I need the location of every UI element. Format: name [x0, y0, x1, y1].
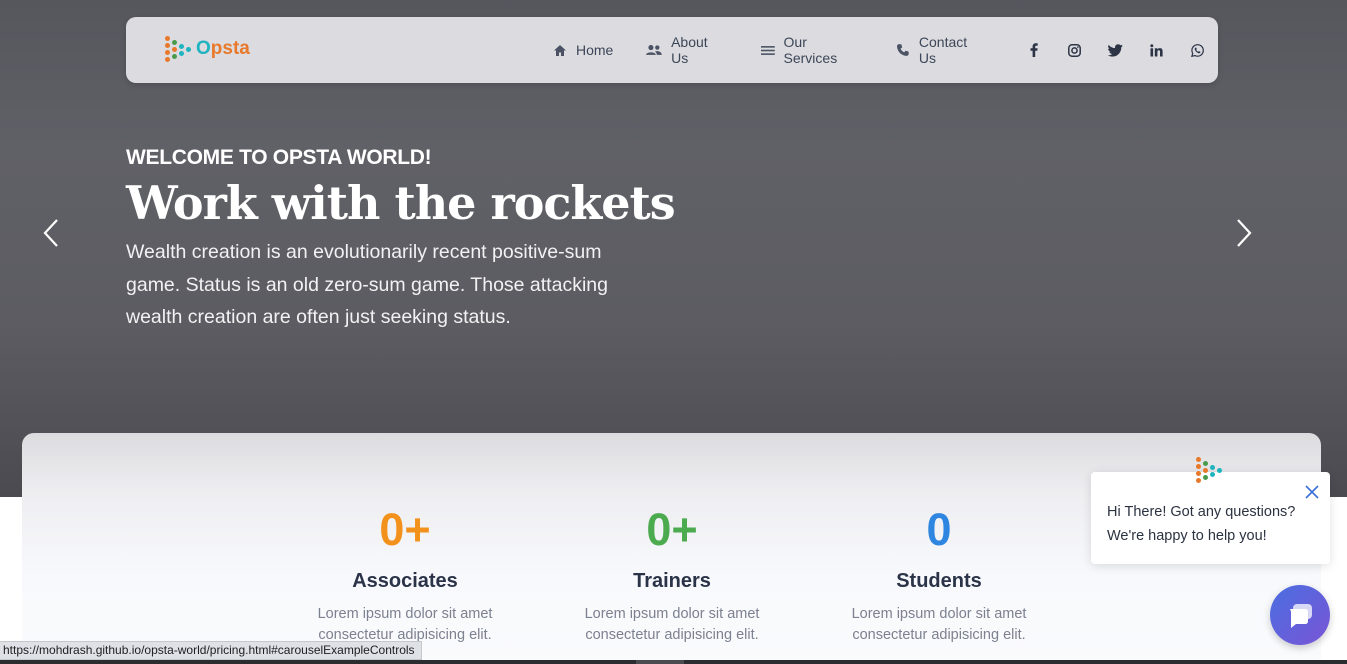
social-links [1013, 43, 1218, 57]
people-icon [646, 44, 663, 55]
hero-content: WELCOME TO OPSTA WORLD! Work with the ro… [126, 146, 676, 334]
linkedin-icon[interactable] [1136, 43, 1177, 57]
nav-item-contact[interactable]: Contact Us [896, 34, 987, 66]
stat-trainers: 0+ Trainers Lorem ipsum dolor sit amet c… [552, 502, 792, 646]
home-icon [554, 44, 566, 56]
chevron-right-icon [1237, 219, 1252, 247]
nav-item-services[interactable]: Our Services [760, 34, 863, 66]
navbar: Opsta Home About Us Our Services Contact… [126, 17, 1218, 83]
whatsapp-icon[interactable] [1177, 43, 1218, 57]
stat-trainers-label: Trainers [633, 570, 711, 592]
nav-item-services-label: Our Services [783, 34, 838, 66]
stat-associates-value: 0+ [379, 504, 431, 555]
carousel-prev-button[interactable] [38, 216, 68, 250]
stat-trainers-desc: Lorem ipsum dolor sit amet consectetur a… [584, 606, 760, 643]
status-bar-url: https://mohdrash.github.io/opsta-world/p… [0, 641, 422, 660]
nav-item-home-label: Home [576, 42, 614, 58]
scrollbar-thumb[interactable] [636, 660, 684, 664]
brand-logo[interactable]: Opsta [162, 34, 250, 66]
close-icon[interactable] [1303, 483, 1321, 501]
chevron-left-icon [43, 219, 58, 247]
stat-students: 0 Students Lorem ipsum dolor sit amet co… [819, 502, 1059, 646]
stat-associates-label: Associates [352, 570, 458, 592]
stat-students-label: Students [896, 570, 982, 592]
stat-associates-desc: Lorem ipsum dolor sit amet consectetur a… [317, 606, 493, 643]
hero-title: Work with the rockets [126, 176, 676, 230]
chat-message: Hi There! Got any questions? We're happy… [1107, 500, 1295, 548]
stat-trainers-value: 0+ [646, 504, 698, 555]
instagram-icon[interactable] [1054, 43, 1095, 57]
carousel-next-button[interactable] [1229, 216, 1259, 250]
stat-students-value: 0 [926, 504, 952, 555]
stat-students-desc: Lorem ipsum dolor sit amet consectetur a… [851, 606, 1027, 643]
chat-avatar-icon [1193, 456, 1229, 492]
twitter-icon[interactable] [1095, 43, 1136, 57]
facebook-icon[interactable] [1013, 43, 1054, 57]
phone-icon [897, 44, 909, 56]
nav-links: Home About Us Our Services Contact Us [553, 34, 1218, 66]
nav-item-about-label: About Us [671, 34, 708, 66]
hero-description: Wealth creation is an evolutionarily rec… [126, 241, 608, 328]
chat-bubble-icon [1290, 604, 1312, 628]
logo-mark-icon [162, 34, 194, 66]
chat-launcher-button[interactable] [1270, 585, 1330, 645]
hero-kicker: WELCOME TO OPSTA WORLD! [126, 146, 432, 169]
nav-item-contact-label: Contact Us [918, 34, 968, 66]
nav-item-about[interactable]: About Us [646, 34, 727, 66]
stat-associates: 0+ Associates Lorem ipsum dolor sit amet… [285, 502, 525, 646]
chat-message-line1: Hi There! Got any questions? [1107, 504, 1296, 520]
menu-icon [760, 45, 775, 55]
chat-message-line2: We're happy to help you! [1107, 528, 1267, 544]
brand-name: Opsta [196, 38, 250, 59]
nav-item-home[interactable]: Home [553, 42, 613, 58]
